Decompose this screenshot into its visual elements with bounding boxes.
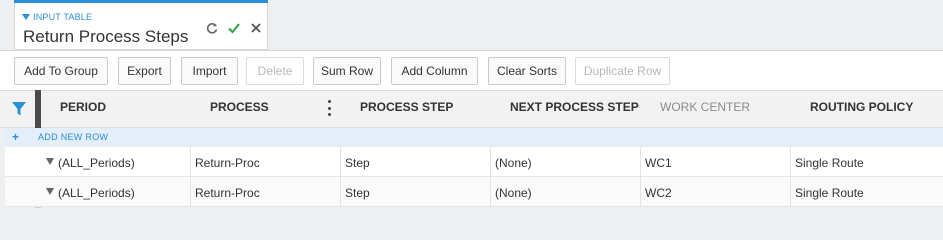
cell-divider: [790, 177, 791, 207]
title-tab-accent: [14, 0, 268, 3]
column-header-next-process-step[interactable]: NEXT PROCESS STEP: [510, 100, 639, 114]
check-icon[interactable]: [226, 20, 242, 36]
input-table-type: INPUT TABLE: [33, 12, 93, 22]
cell-work-center[interactable]: WC1: [645, 156, 672, 170]
cell-divider: [490, 147, 491, 177]
column-menu-icon[interactable]: [324, 100, 334, 116]
cell-divider: [340, 147, 341, 177]
column-header-work-center[interactable]: WORK CENTER: [660, 100, 750, 114]
cell-process-step[interactable]: Step: [345, 156, 370, 170]
refresh-icon[interactable]: [204, 20, 220, 36]
add-new-row[interactable]: [5, 128, 943, 147]
cell-divider: [790, 147, 791, 177]
add-new-row-label[interactable]: ADD NEW ROW: [38, 132, 108, 142]
cell-divider: [640, 147, 641, 177]
cell-next-process-step[interactable]: (None): [495, 156, 532, 170]
cell-divider: [340, 177, 341, 207]
input-table-label[interactable]: INPUT TABLE: [22, 12, 92, 22]
filter-icon[interactable]: [11, 101, 27, 117]
cell-period[interactable]: (ALL_Periods): [58, 186, 135, 200]
add-row-plus-icon[interactable]: +: [12, 130, 19, 144]
cell-divider: [190, 147, 191, 177]
column-header-process-step[interactable]: PROCESS STEP: [360, 100, 453, 114]
clear-sorts-button[interactable]: Clear Sorts: [488, 57, 566, 85]
cell-routing-policy[interactable]: Single Route: [795, 186, 864, 200]
period-filter-icon[interactable]: [46, 188, 54, 195]
import-button[interactable]: Import: [181, 57, 238, 85]
column-header-period[interactable]: PERIOD: [60, 100, 106, 114]
page-title: Return Process Steps: [23, 27, 189, 46]
add-column-button[interactable]: Add Column: [391, 57, 478, 85]
collapse-triangle-icon[interactable]: [22, 14, 30, 20]
cell-divider: [190, 177, 191, 207]
cell-routing-policy[interactable]: Single Route: [795, 156, 864, 170]
grid-header: [0, 90, 943, 128]
close-icon[interactable]: [248, 20, 264, 36]
column-header-routing-policy[interactable]: ROUTING POLICY: [810, 100, 913, 114]
cell-process[interactable]: Return-Proc: [195, 156, 260, 170]
export-button[interactable]: Export: [118, 57, 171, 85]
add-to-group-button[interactable]: Add To Group: [14, 57, 108, 85]
column-header-process[interactable]: PROCESS: [210, 100, 269, 114]
sum-row-button[interactable]: Sum Row: [313, 57, 381, 85]
duplicate-row-button[interactable]: Duplicate Row: [575, 57, 670, 85]
filter-toggle[interactable]: [5, 90, 33, 128]
delete-button[interactable]: Delete: [246, 57, 304, 85]
cell-process[interactable]: Return-Proc: [195, 186, 260, 200]
cell-divider: [490, 177, 491, 207]
cell-process-step[interactable]: Step: [345, 186, 370, 200]
cell-period[interactable]: (ALL_Periods): [58, 156, 135, 170]
period-filter-icon[interactable]: [46, 158, 54, 165]
cell-work-center[interactable]: WC2: [645, 186, 672, 200]
cell-divider: [640, 177, 641, 207]
cell-next-process-step[interactable]: (None): [495, 186, 532, 200]
